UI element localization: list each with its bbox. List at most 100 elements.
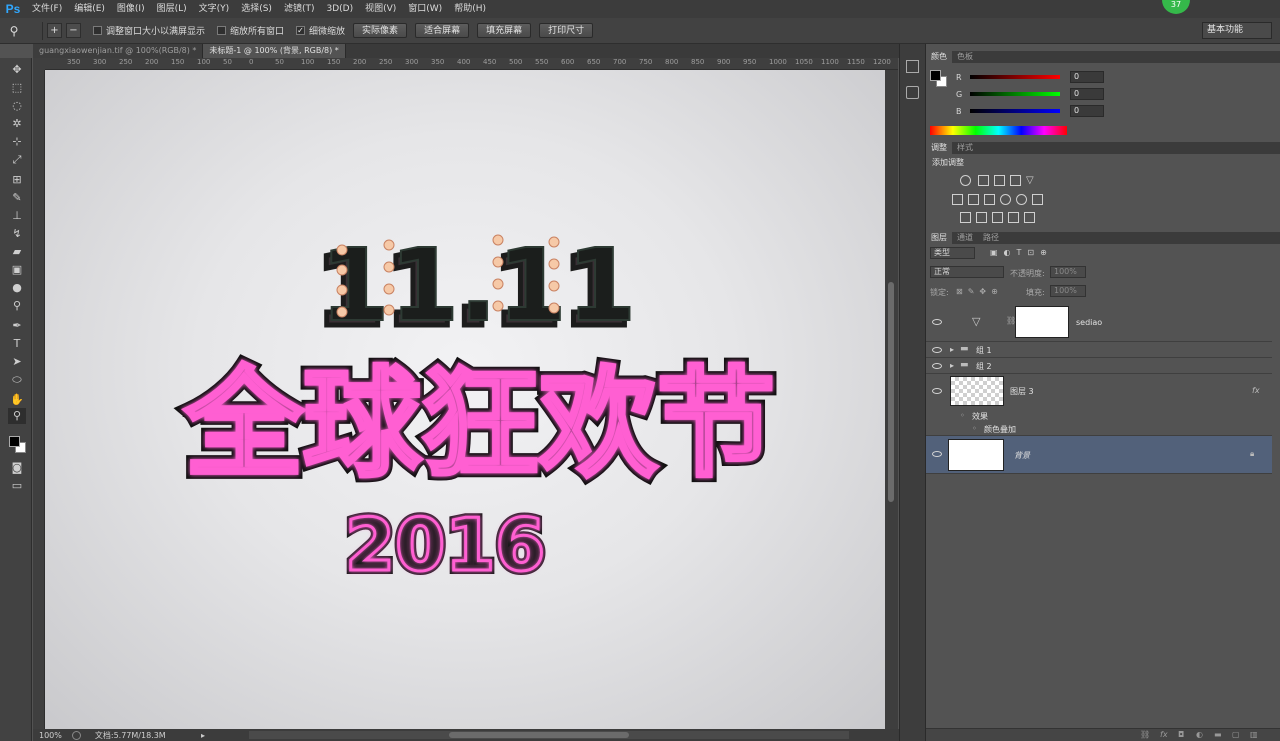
fit-screen-button[interactable]: 适合屏幕 [415, 23, 470, 38]
document-canvas[interactable]: 11.11 11.11 全球狂欢节 全球狂欢节 2016 2016 [45, 70, 885, 729]
green-value-input[interactable]: 0 [1070, 88, 1104, 100]
zoom-in-icon[interactable]: + [47, 23, 62, 38]
tab-layers[interactable]: 图层 [926, 232, 952, 244]
eye-icon[interactable] [932, 388, 942, 394]
tab-swatches[interactable]: 色板 [952, 51, 978, 63]
tab-guangxiaowenjian[interactable]: guangxiaowenjian.tif @ 100%(RGB/8) * [33, 44, 204, 58]
curves-icon[interactable] [994, 175, 1005, 186]
eyedropper-tool-icon[interactable]: ⤢ [8, 152, 26, 168]
pen-tool-icon[interactable]: ✒ [8, 318, 26, 334]
tab-channels[interactable]: 通道 [952, 232, 978, 244]
hand-tool-icon[interactable]: ✋ [8, 392, 26, 408]
zoom-all-checkbox[interactable]: 缩放所有窗口 [217, 24, 284, 37]
print-size-button[interactable]: 打印尺寸 [539, 23, 594, 38]
path-selection-tool-icon[interactable]: ➤ [8, 354, 26, 370]
menu-type[interactable]: 文字(Y) [193, 0, 236, 18]
marquee-tool-icon[interactable]: ⬚ [8, 80, 26, 96]
lock-icons[interactable]: ⊠✎✥⊕ [956, 287, 1026, 297]
menu-image[interactable]: 图像(I) [111, 0, 151, 18]
levels-icon[interactable] [978, 175, 989, 186]
quick-mask-icon[interactable]: ◙ [8, 460, 26, 476]
photo-filter-icon[interactable] [1000, 194, 1011, 205]
red-slider[interactable]: R 0 [956, 70, 1104, 84]
add-style-icon[interactable]: fx [1160, 730, 1168, 739]
layer-mask-thumbnail[interactable] [1015, 306, 1069, 338]
zoom-level[interactable]: 100% [39, 731, 62, 740]
clone-stamp-tool-icon[interactable]: ⊥ [8, 208, 26, 224]
properties-panel-icon[interactable] [906, 86, 919, 99]
layer-row-layer-3[interactable]: 图层 3 fx ◦ 效果 ◦ 颜色叠加 [926, 374, 1272, 436]
add-mask-icon[interactable]: ◘ [1178, 730, 1184, 739]
menu-view[interactable]: 视图(V) [359, 0, 402, 18]
layer-row-background[interactable]: 背景 🔒︎ [926, 436, 1272, 474]
type-tool-icon[interactable]: T [8, 336, 26, 352]
fx-icon[interactable]: fx [1252, 386, 1260, 395]
black-white-icon[interactable] [984, 194, 995, 205]
blend-mode-select[interactable]: 正常 [930, 266, 1004, 278]
channel-mixer-icon[interactable] [1016, 194, 1027, 205]
zoom-tool-preset-icon[interactable]: ⚲ [0, 24, 28, 38]
new-layer-icon[interactable]: ▢ [1232, 730, 1240, 739]
foreground-color-swatch[interactable] [9, 436, 20, 447]
layer-name[interactable]: 图层 3 [1010, 386, 1034, 397]
effect-eye-icon[interactable]: ◦ [972, 424, 977, 433]
tab-color[interactable]: 颜色 [926, 51, 952, 63]
menu-select[interactable]: 选择(S) [235, 0, 278, 18]
dodge-tool-icon[interactable]: ⚲ [8, 298, 26, 314]
eraser-tool-icon[interactable]: ▰ [8, 244, 26, 260]
color-lookup-icon[interactable] [1032, 194, 1043, 205]
effects-eye-icon[interactable]: ◦ [960, 411, 965, 420]
canvas-vertical-scrollbar[interactable] [885, 70, 898, 729]
scroll-thumb[interactable] [449, 732, 629, 738]
new-adjustment-icon[interactable]: ◐ [1196, 730, 1203, 739]
red-bar[interactable] [970, 75, 1060, 79]
zoom-tool-icon[interactable]: ⚲ [8, 408, 26, 424]
posterize-icon[interactable] [976, 212, 987, 223]
layer-row-group-2[interactable]: ▸ ▬ 组 2 [926, 358, 1272, 374]
tab-paths[interactable]: 路径 [978, 232, 1004, 244]
opacity-input[interactable]: 100% [1050, 266, 1086, 278]
menu-layer[interactable]: 图层(L) [151, 0, 193, 18]
layer-name[interactable]: 组 1 [976, 345, 992, 356]
blue-slider[interactable]: B 0 [956, 104, 1104, 118]
red-value-input[interactable]: 0 [1070, 71, 1104, 83]
new-group-icon[interactable]: ▬ [1214, 730, 1222, 739]
brightness-icon[interactable] [960, 175, 971, 186]
tab-untitled-1[interactable]: 未标题-1 @ 100% (背景, RGB/8) * [203, 44, 346, 58]
layer-name[interactable]: 组 2 [976, 361, 992, 372]
color-overlay-effect[interactable]: 颜色叠加 [984, 424, 1016, 435]
selective-color-icon[interactable] [1008, 212, 1019, 223]
notification-badge[interactable]: 37 [1162, 0, 1190, 14]
blue-bar[interactable] [970, 109, 1060, 113]
delete-layer-icon[interactable]: ▥ [1250, 730, 1258, 739]
menu-help[interactable]: 帮助(H) [448, 0, 492, 18]
blur-tool-icon[interactable]: ● [8, 280, 26, 296]
eye-icon[interactable] [932, 319, 942, 325]
healing-brush-tool-icon[interactable]: ⊞ [8, 172, 26, 188]
layer-row-sediao[interactable]: ▽ ⛓ sediao [926, 302, 1272, 342]
layer-filter-icons[interactable]: ▣◐T⊡⊕ [990, 248, 1080, 258]
workspace-select[interactable]: 基本功能 [1202, 22, 1272, 39]
layer-thumbnail[interactable] [948, 439, 1004, 471]
actual-pixels-button[interactable]: 实际像素 [353, 23, 408, 38]
move-tool-icon[interactable]: ✥ [8, 62, 26, 78]
blue-value-input[interactable]: 0 [1070, 105, 1104, 117]
link-layers-icon[interactable]: ⛓ [1140, 730, 1150, 739]
lasso-tool-icon[interactable]: ◌ [8, 98, 26, 114]
eye-icon[interactable] [932, 347, 942, 353]
green-slider[interactable]: G 0 [956, 87, 1104, 101]
crop-tool-icon[interactable]: ⊹ [8, 134, 26, 150]
tab-adjustments[interactable]: 调整 [926, 142, 952, 154]
eye-icon[interactable] [932, 363, 942, 369]
layer-row-group-1[interactable]: ▸ ▬ 组 1 [926, 342, 1272, 358]
resize-windows-checkbox[interactable]: 调整窗口大小以满屏显示 [93, 24, 205, 37]
color-foreground-swatch[interactable] [930, 70, 941, 81]
magic-wand-tool-icon[interactable]: ✲ [8, 116, 26, 132]
menu-3d[interactable]: 3D(D) [320, 0, 359, 18]
tab-styles[interactable]: 样式 [952, 142, 978, 154]
menu-window[interactable]: 窗口(W) [402, 0, 448, 18]
gradient-tool-icon[interactable]: ▣ [8, 262, 26, 278]
status-menu-arrow-icon[interactable]: ▸ [201, 731, 205, 740]
invert-icon[interactable] [960, 212, 971, 223]
exposure-icon[interactable] [1010, 175, 1021, 186]
